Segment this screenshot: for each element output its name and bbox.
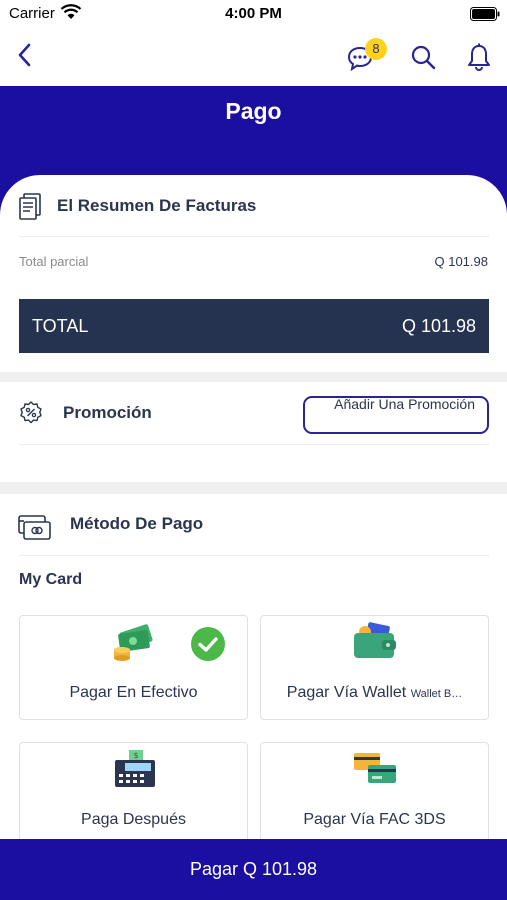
pay-later-option[interactable]: $ Paga Después xyxy=(19,742,248,847)
add-promotion-button[interactable]: Añadir Una Promoción xyxy=(303,396,489,434)
divider xyxy=(19,444,489,445)
divider xyxy=(19,236,489,237)
promotion-section: Promoción Añadir Una Promoción xyxy=(0,382,507,482)
pay-wallet-text: Pagar Vía Wallet xyxy=(286,684,407,701)
promotion-title: Promoción xyxy=(63,403,152,422)
cash-icon xyxy=(114,624,153,661)
selected-check-icon xyxy=(191,627,225,661)
subtotal-value: Q 101.98 xyxy=(434,254,489,269)
status-bar: Carrier 4:00 PM xyxy=(0,0,507,28)
total-label: TOTAL xyxy=(32,316,89,336)
payment-method-title: Método De Pago xyxy=(70,514,204,533)
svg-text:$: $ xyxy=(133,751,138,760)
pay-later-label: Paga Después xyxy=(81,811,186,828)
battery-icon xyxy=(470,7,500,21)
search-icon[interactable] xyxy=(410,44,436,70)
add-promotion-label: Añadir Una Promoción xyxy=(334,396,475,412)
total-value: Q 101.98 xyxy=(401,316,476,336)
pay-wallet-option[interactable]: Pagar Vía Wallet Wallet B… xyxy=(260,615,489,720)
cash-register-icon: $ xyxy=(115,750,155,787)
wallet-icon xyxy=(354,622,396,658)
pay-fac-3ds-option[interactable]: Pagar Vía FAC 3DS xyxy=(260,742,489,847)
invoice-summary-card: El Resumen De Facturas Total parcial Q 1… xyxy=(0,175,507,372)
nav-bar: 8 xyxy=(0,28,507,86)
pay-cash-option[interactable]: Pagar En Efectivo xyxy=(19,615,248,720)
pay-button[interactable]: Pagar Q 101.98 xyxy=(0,839,507,900)
page-title: Pago xyxy=(225,98,282,124)
payment-method-section: Método De Pago My Card Pagar En Efectivo xyxy=(0,494,507,847)
divider xyxy=(19,555,489,556)
status-time: 4:00 PM xyxy=(225,5,282,22)
cards-icon xyxy=(354,753,396,783)
back-icon[interactable] xyxy=(14,42,36,68)
credit-card-icon xyxy=(18,515,51,540)
subtotal-label: Total parcial xyxy=(19,254,89,269)
my-card-label: My Card xyxy=(19,571,83,588)
wallet-balance-text: Wallet B… xyxy=(410,688,463,700)
chat-badge: 8 xyxy=(365,38,387,60)
total-bar: TOTAL Q 101.98 xyxy=(19,299,489,353)
pay-cash-label: Pagar En Efectivo xyxy=(69,684,198,701)
discount-badge-icon xyxy=(20,401,42,424)
pay-wallet-label: Pagar Vía Wallet Wallet B… xyxy=(261,684,488,702)
invoice-icon xyxy=(19,193,41,220)
bell-icon[interactable] xyxy=(466,42,492,72)
summary-title: El Resumen De Facturas xyxy=(57,196,257,215)
pay-fac-3ds-label: Pagar Vía FAC 3DS xyxy=(303,811,446,828)
